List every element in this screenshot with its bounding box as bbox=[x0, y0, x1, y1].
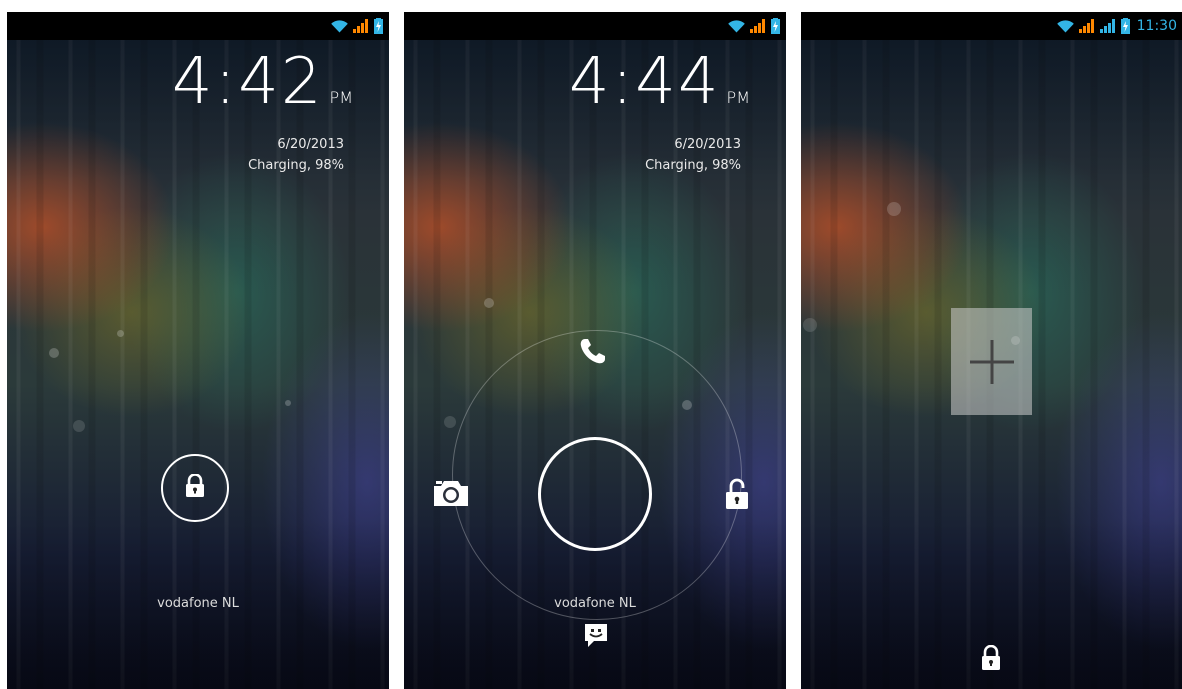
phone-target[interactable] bbox=[578, 336, 608, 370]
signal-icon bbox=[1078, 19, 1095, 33]
charging-status: Charging, 98% bbox=[248, 158, 344, 173]
camera-target[interactable] bbox=[432, 478, 470, 512]
status-bar: 11:30 bbox=[801, 12, 1182, 40]
unlock-target[interactable] bbox=[724, 478, 750, 514]
lock-icon bbox=[186, 474, 204, 497]
lockscreen-phone-3: 11:30 bbox=[801, 12, 1182, 689]
wifi-icon bbox=[728, 19, 745, 33]
signal-icon-2 bbox=[1099, 19, 1116, 33]
status-bar bbox=[7, 12, 389, 40]
clock-ampm: PM bbox=[329, 88, 353, 107]
clock: 4:42 PM bbox=[172, 50, 353, 114]
date-text: 6/20/2013 bbox=[674, 137, 741, 152]
wifi-icon bbox=[1056, 19, 1074, 33]
battery-charging-icon bbox=[771, 18, 780, 34]
clock-ampm: PM bbox=[726, 88, 750, 107]
add-widget-button[interactable] bbox=[951, 308, 1032, 415]
battery-charging-icon bbox=[1120, 18, 1130, 34]
lock-button[interactable] bbox=[981, 644, 1001, 675]
messaging-target[interactable] bbox=[584, 623, 608, 653]
lockscreen-phone-1: 4:42 PM 6/20/2013 Charging, 98% vodafone … bbox=[7, 12, 389, 689]
unlock-handle[interactable] bbox=[161, 454, 229, 522]
add-widget-icon bbox=[970, 340, 1014, 384]
charging-status: Charging, 98% bbox=[645, 158, 741, 173]
lock-icon bbox=[982, 644, 1000, 670]
clock-time: 4:42 bbox=[171, 45, 324, 119]
unlock-icon bbox=[726, 478, 748, 509]
lockscreen-phone-2: 4:44 PM 6/20/2013 Charging, 98% vodafone … bbox=[404, 12, 786, 689]
date-text: 6/20/2013 bbox=[277, 137, 344, 152]
clock-time: 4:44 bbox=[568, 45, 721, 119]
unlock-handle[interactable] bbox=[538, 437, 652, 551]
carrier-label: vodafone NL bbox=[157, 596, 239, 611]
status-bar bbox=[404, 12, 786, 40]
signal-icon bbox=[750, 19, 766, 33]
carrier-label: vodafone NL bbox=[554, 596, 636, 611]
phone-icon bbox=[580, 339, 605, 364]
status-time: 11:30 bbox=[1136, 18, 1177, 34]
wifi-icon bbox=[331, 19, 348, 33]
signal-icon bbox=[353, 19, 369, 33]
messaging-icon bbox=[585, 624, 607, 647]
camera-icon bbox=[434, 481, 468, 506]
battery-charging-icon bbox=[374, 18, 383, 34]
clock: 4:44 PM bbox=[569, 50, 750, 114]
